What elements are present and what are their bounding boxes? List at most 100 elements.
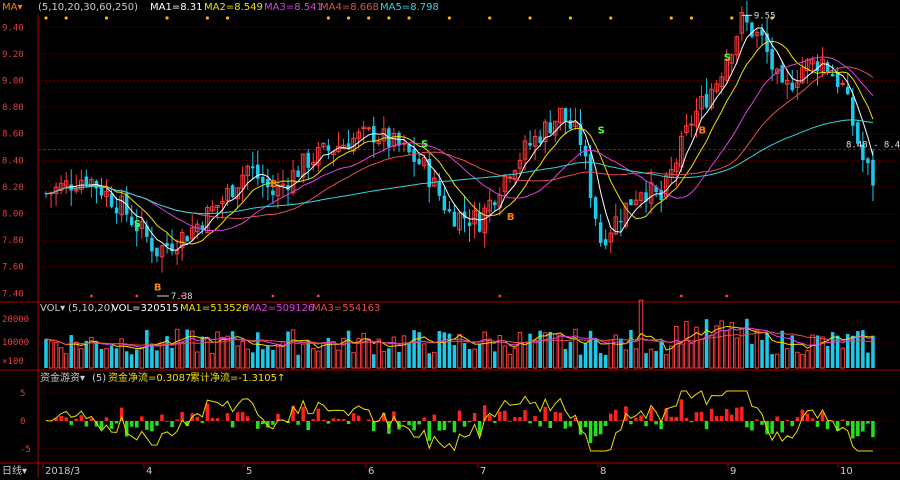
capital-flow-bar <box>210 418 215 421</box>
candle-body <box>467 222 472 226</box>
price-tick-label: 7.80 <box>2 236 24 246</box>
volume-bar <box>644 353 648 368</box>
candle-body <box>261 176 265 183</box>
volume-bar <box>290 329 296 369</box>
capital-flow-bar <box>669 416 674 421</box>
capital-flow-bar <box>240 412 245 421</box>
volume-bar <box>179 342 185 369</box>
candle-body <box>447 209 452 212</box>
capital-flow-bar <box>245 416 250 421</box>
capital-flow-bar <box>810 418 815 421</box>
volume-bar <box>94 340 99 368</box>
signal-dot <box>326 16 330 20</box>
volume-bar <box>654 351 658 368</box>
volume-bar <box>770 354 774 368</box>
volume-bar <box>754 329 760 369</box>
volume-bar <box>633 348 639 369</box>
volume-bar <box>502 345 508 369</box>
capital-flow-bar <box>805 413 810 421</box>
capital-flow-bar <box>225 413 230 421</box>
capital-flow-bar <box>104 417 109 421</box>
period-button[interactable]: 日线▾ <box>2 464 27 477</box>
month-label: 4 <box>146 466 152 477</box>
cap-name[interactable]: 资金游资▾ <box>40 371 85 384</box>
volume-bar <box>532 339 538 369</box>
volume-bar <box>588 330 593 368</box>
indicator-name[interactable]: MA▾ <box>2 2 23 13</box>
capital-flow-bar <box>568 421 573 427</box>
volume-bar <box>805 350 810 369</box>
candle-body <box>588 154 593 199</box>
capital-flow-bar <box>437 421 442 431</box>
capital-flow-bar <box>59 415 63 421</box>
volume-bar <box>250 352 255 368</box>
candle-body <box>619 220 623 223</box>
capital-flow-bar <box>730 414 734 421</box>
month-label: 10 <box>840 466 853 477</box>
capital-flow-bar <box>654 421 658 425</box>
signal-dot <box>689 16 694 20</box>
volume-bar <box>200 336 205 368</box>
signal-dot <box>346 16 351 20</box>
signal-dot <box>725 294 729 298</box>
volume-bar <box>381 350 387 369</box>
vol-ma1: MA1=513526 <box>180 303 248 314</box>
price-tick-label: 7.60 <box>2 263 24 273</box>
capital-flow-bar <box>74 418 79 421</box>
price-pane[interactable]: 9.40 9.20 9.00 8.80 8.60 8.40 8.20 8.00 7.80 7.60… <box>0 0 900 478</box>
volume-bar <box>724 330 729 369</box>
volume-bar <box>750 343 754 368</box>
candle-body <box>326 145 331 151</box>
capital-flow-bar <box>861 421 865 432</box>
capital-flow-bar <box>770 421 774 434</box>
volume-bar <box>452 345 457 368</box>
volume-bar <box>568 341 573 368</box>
volume-bar <box>397 351 401 368</box>
volume-bar <box>129 354 134 368</box>
signal-dot <box>271 294 275 298</box>
capital-flow-bar <box>679 399 684 421</box>
volume-bar <box>351 352 356 369</box>
candle-body <box>790 82 795 91</box>
volume-bar <box>79 348 84 369</box>
volume-bar <box>528 333 532 368</box>
candle-body <box>629 199 633 206</box>
capital-flow-bar <box>856 421 860 436</box>
signal-dot <box>104 16 109 20</box>
capital-flow-bar <box>79 415 84 421</box>
volume-bar <box>366 338 371 369</box>
signal-dot <box>205 16 209 20</box>
capital-flow-bar <box>684 417 689 421</box>
capital-flow-bar <box>735 407 739 421</box>
candle-body <box>830 73 835 77</box>
capital-flow-bar <box>644 421 648 427</box>
vol-name[interactable]: VOL▾ <box>40 303 65 314</box>
candle-body <box>603 239 608 246</box>
time-axis: 日线▾ 2018/3 4 5 6 7 8 9 10 <box>2 464 853 477</box>
volume-bar <box>371 354 376 368</box>
candle-body <box>745 15 749 23</box>
volume-bar <box>331 341 336 369</box>
capital-flow-bar <box>790 421 795 427</box>
chart-canvas[interactable]: MA▾ (5,10,20,30,60,250) MA1=8.31 MA2=8.5… <box>0 0 900 480</box>
signal-dot <box>89 294 93 298</box>
volume-bar <box>522 342 528 369</box>
candle-body <box>871 159 875 186</box>
signal-dot <box>488 16 492 20</box>
capital-flow-bar <box>331 418 336 421</box>
capital-flow-bar <box>427 421 431 441</box>
volume-bar <box>462 343 467 368</box>
capital-flow-bar <box>230 421 235 428</box>
capital-flow-bar <box>235 412 240 421</box>
ma1-label: MA1=8.31 <box>150 2 202 13</box>
capital-flow-bar <box>407 421 411 426</box>
candle-body <box>155 247 159 257</box>
volume-bar <box>810 334 815 369</box>
volume-bar <box>306 340 310 368</box>
candle-body <box>477 212 482 232</box>
capital-flow-bar <box>442 421 447 431</box>
candle-body <box>825 62 830 73</box>
capital-flow-bar <box>205 403 210 421</box>
capital-flow-bar <box>326 421 331 424</box>
capital-flow-pane[interactable]: 5 0 -5 <box>0 389 900 464</box>
